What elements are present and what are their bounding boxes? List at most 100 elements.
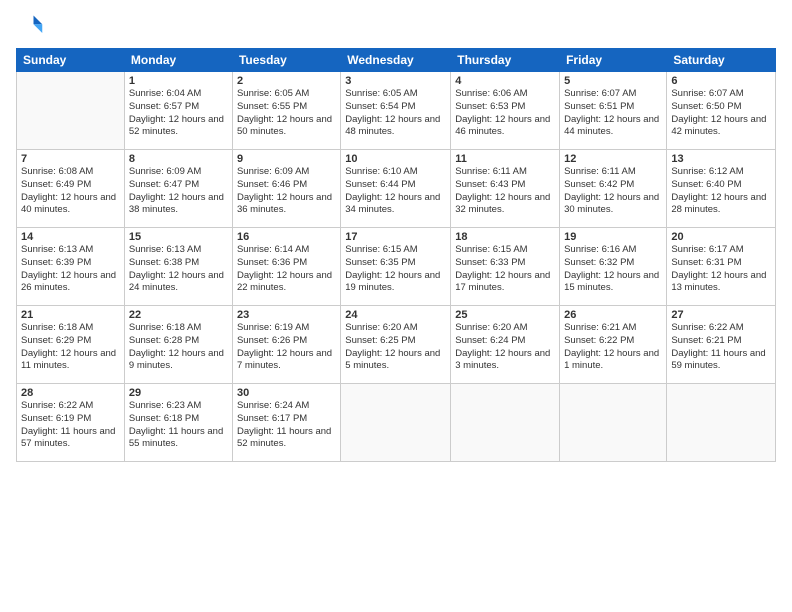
day-info: Sunrise: 6:11 AM Sunset: 6:43 PM Dayligh… (455, 166, 555, 217)
logo (16, 12, 48, 40)
calendar-cell: 19 Sunrise: 6:16 AM Sunset: 6:32 PM Dayl… (560, 228, 667, 306)
calendar-cell: 6 Sunrise: 6:07 AM Sunset: 6:50 PM Dayli… (667, 72, 776, 150)
day-info: Sunrise: 6:15 AM Sunset: 6:33 PM Dayligh… (455, 244, 555, 295)
day-number: 12 (564, 153, 662, 165)
calendar-cell: 15 Sunrise: 6:13 AM Sunset: 6:38 PM Dayl… (124, 228, 232, 306)
day-number: 16 (237, 231, 336, 243)
day-number: 26 (564, 309, 662, 321)
calendar-cell: 28 Sunrise: 6:22 AM Sunset: 6:19 PM Dayl… (17, 384, 125, 462)
calendar-cell: 7 Sunrise: 6:08 AM Sunset: 6:49 PM Dayli… (17, 150, 125, 228)
day-number: 27 (671, 309, 771, 321)
day-info: Sunrise: 6:21 AM Sunset: 6:22 PM Dayligh… (564, 322, 662, 373)
day-info: Sunrise: 6:18 AM Sunset: 6:29 PM Dayligh… (21, 322, 120, 373)
calendar-cell: 18 Sunrise: 6:15 AM Sunset: 6:33 PM Dayl… (451, 228, 560, 306)
day-info: Sunrise: 6:04 AM Sunset: 6:57 PM Dayligh… (129, 88, 228, 139)
day-number: 8 (129, 153, 228, 165)
calendar-cell: 25 Sunrise: 6:20 AM Sunset: 6:24 PM Dayl… (451, 306, 560, 384)
calendar-cell: 26 Sunrise: 6:21 AM Sunset: 6:22 PM Dayl… (560, 306, 667, 384)
day-number: 13 (671, 153, 771, 165)
calendar-cell: 16 Sunrise: 6:14 AM Sunset: 6:36 PM Dayl… (232, 228, 340, 306)
calendar-cell: 27 Sunrise: 6:22 AM Sunset: 6:21 PM Dayl… (667, 306, 776, 384)
day-info: Sunrise: 6:20 AM Sunset: 6:25 PM Dayligh… (345, 322, 446, 373)
page: SundayMondayTuesdayWednesdayThursdayFrid… (0, 0, 792, 612)
day-info: Sunrise: 6:08 AM Sunset: 6:49 PM Dayligh… (21, 166, 120, 217)
day-info: Sunrise: 6:07 AM Sunset: 6:51 PM Dayligh… (564, 88, 662, 139)
calendar-cell: 29 Sunrise: 6:23 AM Sunset: 6:18 PM Dayl… (124, 384, 232, 462)
header (16, 12, 776, 40)
day-info: Sunrise: 6:13 AM Sunset: 6:38 PM Dayligh… (129, 244, 228, 295)
day-number: 28 (21, 387, 120, 399)
day-number: 7 (21, 153, 120, 165)
day-info: Sunrise: 6:09 AM Sunset: 6:46 PM Dayligh… (237, 166, 336, 217)
day-info: Sunrise: 6:10 AM Sunset: 6:44 PM Dayligh… (345, 166, 446, 217)
weekday-header-wednesday: Wednesday (341, 49, 451, 72)
day-number: 3 (345, 75, 446, 87)
day-info: Sunrise: 6:15 AM Sunset: 6:35 PM Dayligh… (345, 244, 446, 295)
day-number: 15 (129, 231, 228, 243)
day-number: 14 (21, 231, 120, 243)
week-row-4: 28 Sunrise: 6:22 AM Sunset: 6:19 PM Dayl… (17, 384, 776, 462)
day-info: Sunrise: 6:06 AM Sunset: 6:53 PM Dayligh… (455, 88, 555, 139)
calendar-cell: 4 Sunrise: 6:06 AM Sunset: 6:53 PM Dayli… (451, 72, 560, 150)
calendar-cell: 9 Sunrise: 6:09 AM Sunset: 6:46 PM Dayli… (232, 150, 340, 228)
week-row-3: 21 Sunrise: 6:18 AM Sunset: 6:29 PM Dayl… (17, 306, 776, 384)
calendar-cell (560, 384, 667, 462)
weekday-header-tuesday: Tuesday (232, 49, 340, 72)
day-info: Sunrise: 6:19 AM Sunset: 6:26 PM Dayligh… (237, 322, 336, 373)
day-info: Sunrise: 6:14 AM Sunset: 6:36 PM Dayligh… (237, 244, 336, 295)
day-info: Sunrise: 6:22 AM Sunset: 6:19 PM Dayligh… (21, 400, 120, 451)
day-info: Sunrise: 6:22 AM Sunset: 6:21 PM Dayligh… (671, 322, 771, 373)
day-number: 4 (455, 75, 555, 87)
week-row-1: 7 Sunrise: 6:08 AM Sunset: 6:49 PM Dayli… (17, 150, 776, 228)
day-number: 24 (345, 309, 446, 321)
day-info: Sunrise: 6:18 AM Sunset: 6:28 PM Dayligh… (129, 322, 228, 373)
day-info: Sunrise: 6:09 AM Sunset: 6:47 PM Dayligh… (129, 166, 228, 217)
calendar-cell: 13 Sunrise: 6:12 AM Sunset: 6:40 PM Dayl… (667, 150, 776, 228)
calendar-cell (17, 72, 125, 150)
day-number: 19 (564, 231, 662, 243)
day-number: 25 (455, 309, 555, 321)
calendar-cell: 21 Sunrise: 6:18 AM Sunset: 6:29 PM Dayl… (17, 306, 125, 384)
day-number: 2 (237, 75, 336, 87)
day-info: Sunrise: 6:20 AM Sunset: 6:24 PM Dayligh… (455, 322, 555, 373)
day-number: 30 (237, 387, 336, 399)
weekday-header-friday: Friday (560, 49, 667, 72)
calendar-cell: 5 Sunrise: 6:07 AM Sunset: 6:51 PM Dayli… (560, 72, 667, 150)
day-info: Sunrise: 6:16 AM Sunset: 6:32 PM Dayligh… (564, 244, 662, 295)
day-number: 10 (345, 153, 446, 165)
weekday-header-thursday: Thursday (451, 49, 560, 72)
week-row-0: 1 Sunrise: 6:04 AM Sunset: 6:57 PM Dayli… (17, 72, 776, 150)
day-number: 1 (129, 75, 228, 87)
calendar-cell: 17 Sunrise: 6:15 AM Sunset: 6:35 PM Dayl… (341, 228, 451, 306)
day-number: 21 (21, 309, 120, 321)
day-number: 20 (671, 231, 771, 243)
weekday-header-saturday: Saturday (667, 49, 776, 72)
calendar-cell: 1 Sunrise: 6:04 AM Sunset: 6:57 PM Dayli… (124, 72, 232, 150)
calendar-cell: 8 Sunrise: 6:09 AM Sunset: 6:47 PM Dayli… (124, 150, 232, 228)
day-number: 22 (129, 309, 228, 321)
day-info: Sunrise: 6:05 AM Sunset: 6:54 PM Dayligh… (345, 88, 446, 139)
day-number: 18 (455, 231, 555, 243)
day-number: 11 (455, 153, 555, 165)
day-number: 6 (671, 75, 771, 87)
calendar-cell: 24 Sunrise: 6:20 AM Sunset: 6:25 PM Dayl… (341, 306, 451, 384)
calendar-cell: 14 Sunrise: 6:13 AM Sunset: 6:39 PM Dayl… (17, 228, 125, 306)
day-number: 9 (237, 153, 336, 165)
calendar-cell (341, 384, 451, 462)
calendar-cell: 10 Sunrise: 6:10 AM Sunset: 6:44 PM Dayl… (341, 150, 451, 228)
day-info: Sunrise: 6:07 AM Sunset: 6:50 PM Dayligh… (671, 88, 771, 139)
day-number: 17 (345, 231, 446, 243)
calendar-cell: 12 Sunrise: 6:11 AM Sunset: 6:42 PM Dayl… (560, 150, 667, 228)
calendar-cell: 11 Sunrise: 6:11 AM Sunset: 6:43 PM Dayl… (451, 150, 560, 228)
calendar-cell: 3 Sunrise: 6:05 AM Sunset: 6:54 PM Dayli… (341, 72, 451, 150)
day-info: Sunrise: 6:24 AM Sunset: 6:17 PM Dayligh… (237, 400, 336, 451)
weekday-header-monday: Monday (124, 49, 232, 72)
calendar-cell: 23 Sunrise: 6:19 AM Sunset: 6:26 PM Dayl… (232, 306, 340, 384)
day-info: Sunrise: 6:17 AM Sunset: 6:31 PM Dayligh… (671, 244, 771, 295)
day-info: Sunrise: 6:23 AM Sunset: 6:18 PM Dayligh… (129, 400, 228, 451)
day-number: 23 (237, 309, 336, 321)
weekday-header-row: SundayMondayTuesdayWednesdayThursdayFrid… (17, 49, 776, 72)
logo-icon (16, 12, 44, 40)
week-row-2: 14 Sunrise: 6:13 AM Sunset: 6:39 PM Dayl… (17, 228, 776, 306)
calendar-table: SundayMondayTuesdayWednesdayThursdayFrid… (16, 48, 776, 462)
